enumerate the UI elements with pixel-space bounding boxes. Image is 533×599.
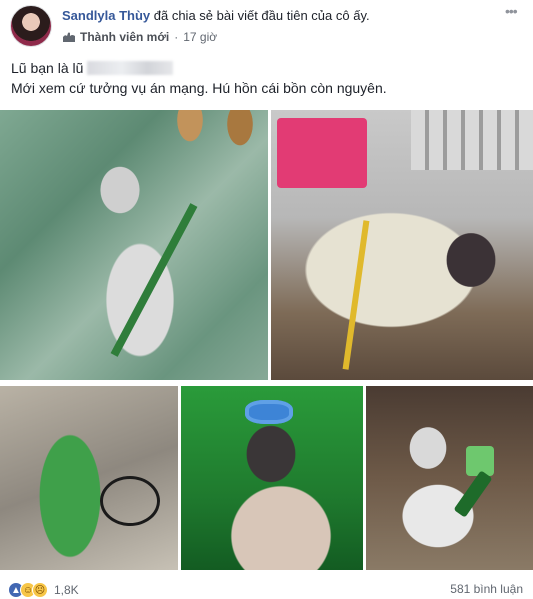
reaction-count: 1,8K — [54, 583, 79, 597]
sad-icon: ☹ — [32, 582, 48, 598]
post-text-line-1: Lũ bạn là lũ — [11, 60, 84, 76]
photo-3[interactable] — [0, 386, 178, 570]
reactions-summary[interactable]: ▲ ☺ ☹ 1,8K — [8, 582, 79, 598]
blurred-name — [87, 61, 174, 75]
post-time-link[interactable]: 17 giờ — [183, 30, 217, 44]
more-dots-icon[interactable]: ••• — [505, 4, 521, 18]
new-member-badge: Thành viên mới — [80, 30, 170, 44]
photo-1-stick — [110, 203, 198, 357]
photo-2-incense — [342, 220, 370, 370]
avatar[interactable] — [10, 5, 52, 47]
photo-2[interactable] — [271, 110, 533, 380]
post-header: Sandlyla Thùy đã chia sẻ bài viết đầu ti… — [0, 0, 533, 52]
photo-4[interactable] — [181, 386, 363, 570]
photo-grid — [0, 110, 533, 570]
author-name-link[interactable]: Sandlyla Thùy — [62, 8, 150, 23]
photo-2-basket — [277, 118, 367, 188]
photo-2-pots — [411, 110, 533, 170]
post-header-line: Sandlyla Thùy đã chia sẻ bài viết đầu ti… — [62, 8, 370, 23]
photo-3-wire — [100, 476, 160, 526]
new-member-icon — [63, 32, 75, 42]
meta-separator: · — [174, 30, 179, 44]
photo-5-bottle — [453, 470, 493, 518]
photo-1-feet — [160, 110, 268, 170]
photo-4-bow — [245, 400, 293, 424]
share-action-text: đã chia sẻ bài viết đầu tiên của cô ấy. — [150, 8, 370, 23]
photo-1[interactable] — [0, 110, 268, 380]
photo-5[interactable] — [366, 386, 533, 570]
comments-count-link[interactable]: 581 bình luận — [450, 582, 523, 596]
post-text: Lũ bạn là lũ Mới xem cứ tưởng vụ án mạng… — [11, 58, 387, 98]
post-text-line-2: Mới xem cứ tưởng vụ án mạng. Hú hồn cái … — [11, 80, 387, 96]
post-meta: Thành viên mới · 17 giờ — [62, 30, 217, 44]
